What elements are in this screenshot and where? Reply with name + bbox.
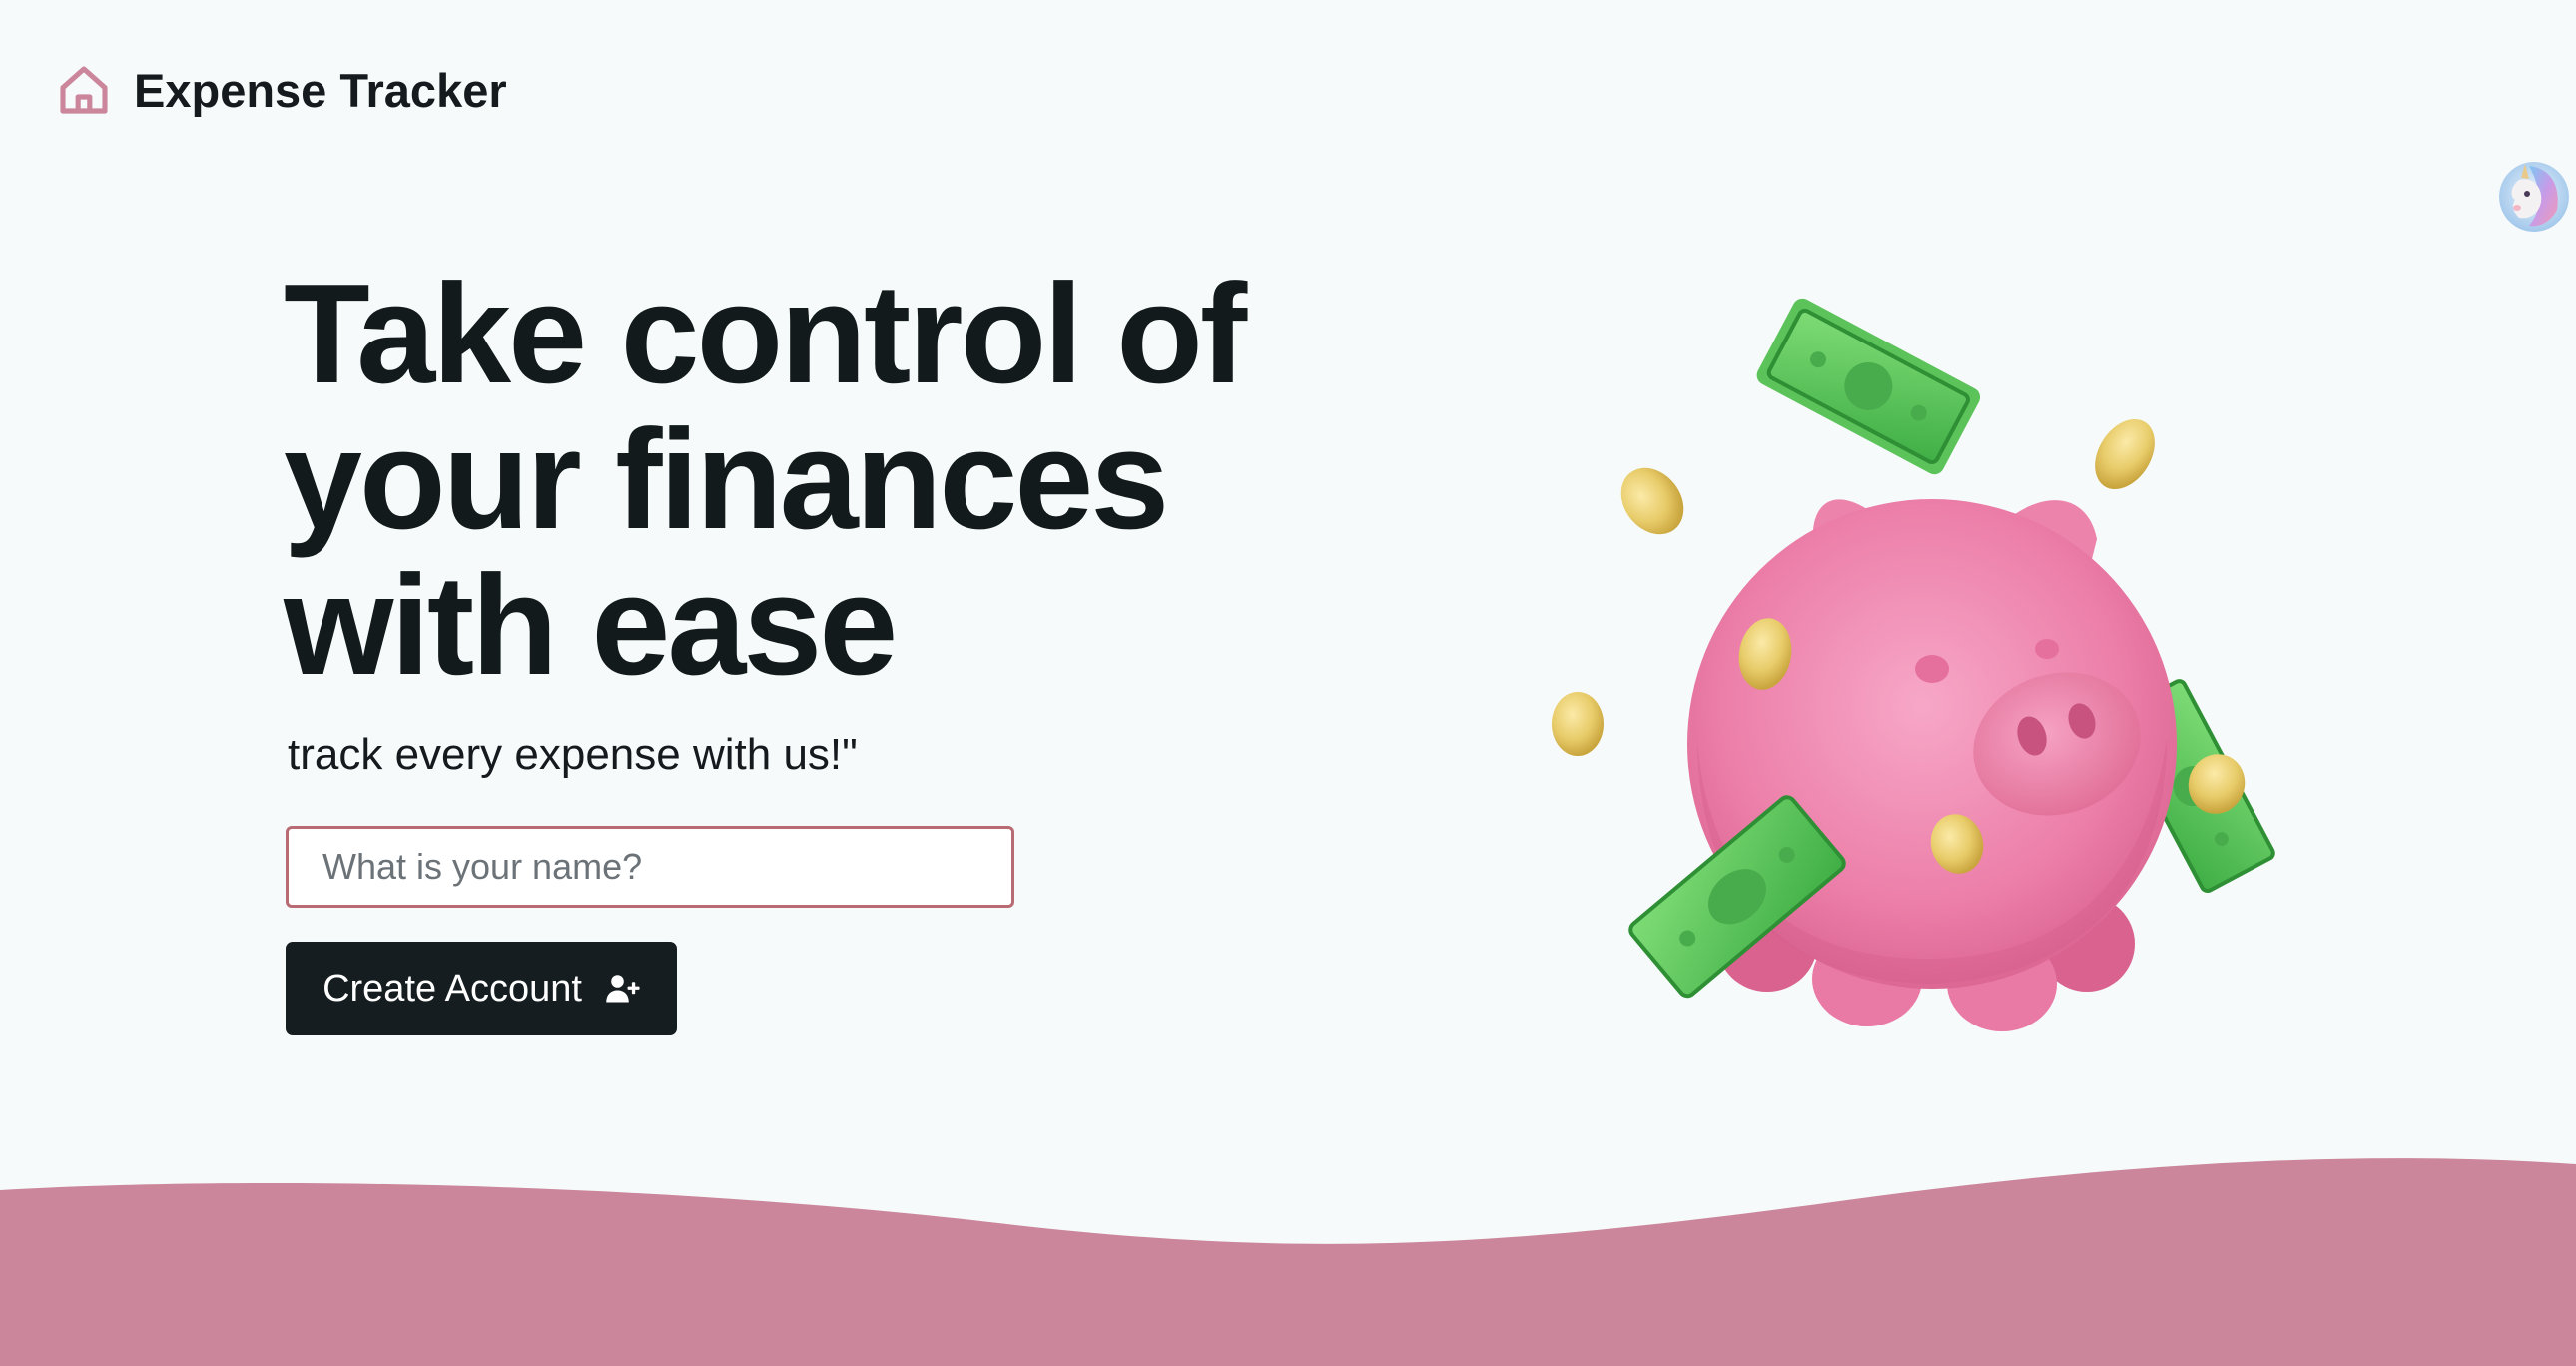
- brand-home-link[interactable]: Expense Tracker: [56, 62, 507, 118]
- headline-line-3: with ease: [284, 546, 898, 705]
- user-plus-icon: [604, 971, 640, 1007]
- headline-line-1: Take control of: [284, 255, 1247, 413]
- hero-headline: Take control of your finances with ease: [284, 262, 1382, 699]
- headline-line-2: your finances: [284, 400, 1169, 559]
- app-title: Expense Tracker: [134, 63, 507, 117]
- name-input[interactable]: [286, 826, 1014, 908]
- user-avatar[interactable]: [2499, 162, 2569, 232]
- piggy-bank-illustration: [1528, 240, 2306, 1048]
- house-icon: [56, 62, 112, 118]
- bottom-wave-decoration: [0, 1118, 2576, 1366]
- hero-section: Take control of your finances with ease …: [284, 262, 1382, 783]
- create-account-label: Create Account: [322, 967, 582, 1010]
- create-account-button[interactable]: Create Account: [286, 942, 677, 1035]
- hero-tagline: track every expense with us!": [288, 730, 858, 779]
